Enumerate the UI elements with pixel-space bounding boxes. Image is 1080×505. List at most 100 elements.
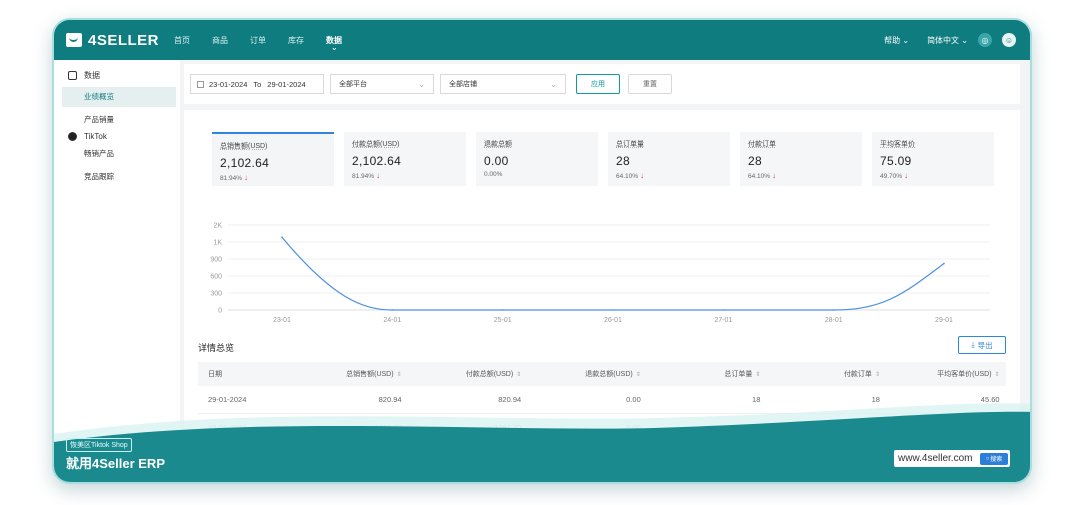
metric-change: 49.70% ↓ [880, 171, 986, 180]
arrow-down-icon: ↓ [376, 171, 381, 180]
y-tick-label: 0 [218, 308, 222, 315]
metric-value: 0.00 [484, 154, 509, 168]
y-tick-label: 1K [213, 240, 222, 247]
search-button[interactable]: ○ 搜索 [980, 452, 1008, 465]
language-menu[interactable]: 简体中文 ⌄ [927, 35, 968, 46]
calendar-icon [197, 80, 204, 88]
data-point[interactable] [722, 309, 725, 311]
nav-data[interactable]: 数据 [326, 35, 342, 52]
column-header-label: 付款订单 [843, 371, 872, 378]
metric-value: 75.09 [880, 154, 912, 168]
promo-banner-wave [54, 403, 1030, 482]
nav-home[interactable]: 首页 [174, 35, 190, 46]
column-header[interactable]: 付款总额(USD) ⇕ [408, 369, 528, 379]
apply-button[interactable]: 应用 [576, 74, 620, 94]
x-tick-label: 26-01 [604, 317, 622, 324]
brand-name: 4SELLER [88, 31, 160, 49]
metric-change-value: 64.10% [748, 173, 771, 180]
export-button[interactable]: ⤓ 导出 [958, 336, 1006, 354]
platform-select[interactable]: 全部平台 ⌄ [330, 74, 434, 94]
detail-section-title: 详情总览 [198, 343, 235, 353]
metric-card[interactable]: 总订单量 28 64.10% ↓ [608, 132, 730, 186]
search-label: 搜索 [990, 457, 1003, 463]
column-header[interactable]: 付款订单 ⇕ [766, 369, 886, 379]
metric-card[interactable]: 付款订单 28 64.10% ↓ [740, 132, 862, 186]
user-avatar-icon[interactable]: ☺ [1002, 33, 1016, 47]
sidebar-item-sales[interactable]: 产品销量 [54, 110, 180, 130]
top-right-controls: 帮助 ⌄ 简体中文 ⌄ ◎ ☺ [866, 33, 1016, 47]
arrow-down-icon: ↓ [244, 173, 249, 182]
settings-icon[interactable]: ◎ [978, 33, 992, 47]
sort-icon[interactable]: ⇕ [875, 372, 880, 378]
y-tick-label: 2K [213, 223, 222, 230]
column-header[interactable]: 总销售额(USD) ⇕ [288, 369, 408, 379]
metric-card[interactable]: 付款总额(USD) 2,102.64 81.94% ↓ [344, 132, 466, 186]
metric-label: 总销售额(USD) [220, 143, 268, 150]
chevron-down-icon: ⌄ [550, 79, 557, 89]
metric-cards: 总销售额(USD) 2,102.64 81.94% ↓ 付款总额(USD) 2,102.6… [212, 132, 1004, 186]
column-header[interactable]: 总订单量 ⇕ [647, 369, 767, 379]
nav-inventory[interactable]: 库存 [288, 35, 304, 46]
sidebar-item-bestseller[interactable]: 畅销产品 [54, 144, 180, 164]
chart-icon [68, 71, 77, 80]
data-point[interactable] [281, 236, 283, 239]
nav-products[interactable]: 商品 [212, 35, 228, 46]
reset-button[interactable]: 重置 [628, 74, 672, 94]
metric-change-value: 49.70% [880, 173, 903, 180]
column-header[interactable]: 平均客单价(USD) ⇕ [886, 369, 1006, 379]
column-header-label: 付款总额(USD) [465, 371, 514, 378]
help-menu[interactable]: 帮助 ⌄ [884, 35, 909, 46]
metric-change: 64.10% ↓ [748, 171, 854, 180]
sort-icon[interactable]: ⇕ [397, 372, 402, 378]
data-point[interactable] [391, 309, 394, 311]
column-header[interactable]: 退款总额(USD) ⇕ [527, 369, 647, 379]
metric-label: 总订单量 [616, 141, 644, 148]
top-navigation-bar: 4SELLER 首页 商品 订单 库存 数据 帮助 ⌄ 简体中文 ⌄ ◎ ☺ [54, 20, 1030, 60]
data-point[interactable] [612, 309, 614, 311]
metric-change: 81.94% ↓ [352, 171, 458, 180]
banner-title: 就用4Seller ERP [66, 456, 165, 471]
date-range-picker[interactable]: 23-01-2024 To 29-01-2024 [190, 74, 324, 94]
data-point[interactable] [832, 309, 835, 311]
metric-change: 64.10% ↓ [616, 171, 722, 180]
sidebar-item-overview[interactable]: 业绩概览 [62, 87, 176, 107]
data-point[interactable] [501, 309, 504, 311]
metric-value: 28 [748, 154, 762, 168]
x-tick-label: 28-01 [825, 317, 843, 324]
metric-value: 28 [616, 154, 630, 168]
logo-icon [66, 33, 82, 47]
x-tick-label: 27-01 [714, 317, 732, 324]
sidebar-group-tiktok[interactable]: TikTok [54, 130, 180, 141]
date-start: 23-01-2024 [209, 79, 248, 89]
platform-select-value: 全部平台 [339, 81, 367, 88]
column-header-label: 平均客单价(USD) [937, 371, 992, 378]
filter-bar: 23-01-2024 To 29-01-2024 全部平台 ⌄ 全部店铺 ⌄ 应… [184, 64, 1020, 104]
data-point[interactable] [943, 262, 945, 265]
x-tick-label: 25-01 [494, 317, 512, 324]
store-select-value: 全部店铺 [449, 81, 477, 88]
url-search-box[interactable]: www.4seller.com ○ 搜索 [894, 450, 1010, 467]
column-header-label: 总订单量 [724, 371, 753, 378]
sort-icon[interactable]: ⇕ [995, 372, 1000, 378]
y-tick-label: 300 [210, 291, 222, 298]
date-to-label: To [253, 79, 262, 89]
x-tick-label: 23-01 [273, 317, 291, 324]
sidebar-group-label: TikTok [84, 132, 107, 141]
metric-label: 付款总额(USD) [352, 141, 400, 148]
brand-logo[interactable]: 4SELLER [66, 32, 166, 49]
metric-card[interactable]: 总销售额(USD) 2,102.64 81.94% ↓ [212, 132, 334, 186]
sidebar-item-competitor[interactable]: 竞品跟踪 [54, 167, 180, 187]
x-tick-label: 29-01 [935, 317, 953, 324]
column-header: 日期 [198, 369, 288, 379]
sidebar-group-data[interactable]: 数据 [54, 60, 180, 81]
tiktok-icon [68, 132, 77, 141]
metric-change: 81.94% ↓ [220, 173, 326, 182]
metric-card[interactable]: 退款总额 0.00 0.00% [476, 132, 598, 186]
nav-orders[interactable]: 订单 [250, 35, 266, 46]
sort-icon[interactable]: ⇕ [636, 372, 641, 378]
sales-line-chart: 0 300 600 900 1K 2K 23-01 24-01 25-01 26-01 27-01 2… [210, 223, 990, 324]
sort-icon[interactable]: ⇕ [516, 372, 521, 378]
metric-card[interactable]: 平均客单价 75.09 49.70% ↓ [872, 132, 994, 186]
store-select[interactable]: 全部店铺 ⌄ [440, 74, 566, 94]
sort-icon[interactable]: ⇕ [755, 372, 760, 378]
